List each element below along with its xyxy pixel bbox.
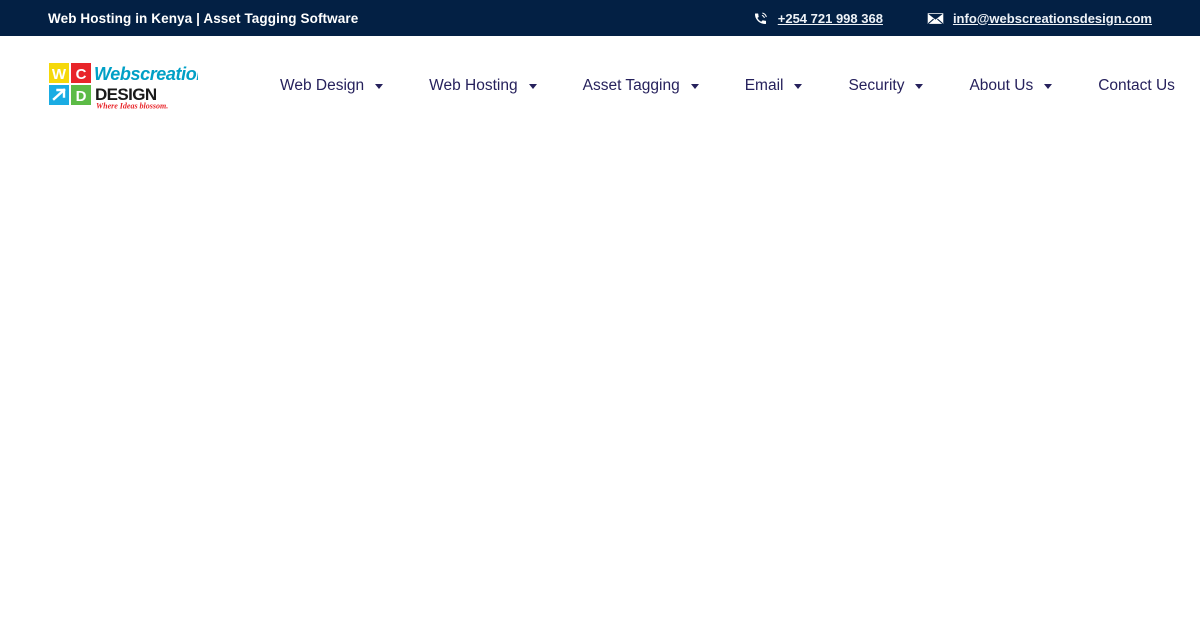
nav-item-web-hosting[interactable]: Web Hosting bbox=[406, 78, 559, 94]
primary-navigation: Web Design Web Hosting Asset Tagging Ema… bbox=[280, 78, 1175, 94]
chevron-down-icon[interactable] bbox=[794, 84, 803, 89]
page-content-area bbox=[0, 135, 1200, 634]
chevron-down-icon[interactable] bbox=[1044, 84, 1053, 89]
email-contact-link[interactable]: info@webscreationsdesign.com bbox=[927, 10, 1152, 27]
nav-label-contact-us: Contact Us bbox=[1098, 76, 1175, 94]
site-tagline-title: Web Hosting in Kenya | Asset Tagging Sof… bbox=[48, 10, 359, 26]
svg-text:W: W bbox=[52, 66, 67, 83]
nav-label-web-hosting: Web Hosting bbox=[429, 76, 518, 94]
nav-item-email[interactable]: Email bbox=[722, 78, 826, 94]
svg-text:C: C bbox=[76, 66, 87, 83]
svg-text:D: D bbox=[76, 88, 87, 105]
nav-label-email: Email bbox=[744, 76, 784, 94]
nav-item-web-design[interactable]: Web Design bbox=[280, 78, 406, 94]
svg-text:Where Ideas blossom.: Where Ideas blossom. bbox=[96, 101, 168, 110]
top-utility-bar: Web Hosting in Kenya | Asset Tagging Sof… bbox=[0, 0, 1200, 36]
nav-label-security: Security bbox=[848, 76, 905, 94]
svg-text:Webscreations: Webscreations bbox=[94, 64, 198, 84]
site-logo[interactable]: W C D Webscreations DESIGN Where Ideas b… bbox=[48, 62, 198, 110]
phone-contact-link[interactable]: +254 721 998 368 bbox=[752, 10, 883, 27]
chevron-down-icon[interactable] bbox=[915, 84, 924, 89]
envelope-icon bbox=[927, 10, 944, 27]
nav-label-web-design: Web Design bbox=[280, 76, 365, 94]
email-address-text: info@webscreationsdesign.com bbox=[952, 10, 1152, 26]
chevron-down-icon[interactable] bbox=[528, 84, 537, 89]
nav-item-contact-us[interactable]: Contact Us bbox=[1075, 78, 1175, 94]
nav-item-about-us[interactable]: About Us bbox=[946, 78, 1075, 94]
nav-item-security[interactable]: Security bbox=[825, 78, 946, 94]
phone-number-text: +254 721 998 368 bbox=[777, 10, 883, 26]
nav-item-asset-tagging[interactable]: Asset Tagging bbox=[560, 78, 722, 94]
nav-label-about-us: About Us bbox=[969, 76, 1034, 94]
phone-ringing-icon bbox=[752, 10, 769, 27]
chevron-down-icon[interactable] bbox=[690, 84, 699, 89]
site-header: W C D Webscreations DESIGN Where Ideas b… bbox=[0, 36, 1200, 135]
nav-label-asset-tagging: Asset Tagging bbox=[582, 76, 680, 94]
chevron-down-icon[interactable] bbox=[375, 84, 384, 89]
topbar-contact-group: +254 721 998 368 info@webscreationsdesig… bbox=[752, 10, 1152, 27]
